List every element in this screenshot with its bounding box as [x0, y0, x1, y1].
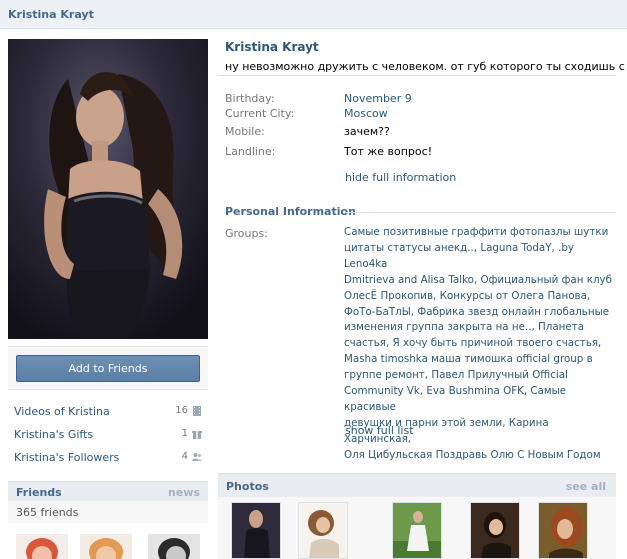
groups-line[interactable]: изменения группа закрыта на не.., Планет… [344, 320, 618, 336]
followers-icon [192, 453, 202, 461]
header-user-name[interactable]: Kristina Krayt [8, 8, 94, 21]
friends-count[interactable]: 365 friends [16, 506, 78, 519]
info-row-birthday: Birthday: November 9 [225, 92, 615, 108]
photos-header: Photos see all [218, 473, 616, 497]
photo-thumbnail[interactable] [298, 502, 348, 559]
groups-key: Groups: [225, 227, 268, 240]
photo-thumbnail[interactable] [392, 502, 442, 559]
groups-line[interactable]: Самые позитивные граффити фотопазлы шутк… [344, 225, 618, 241]
photos-strip [218, 497, 616, 559]
sidebar-item-followers[interactable]: Kristina's Followers 4 [8, 446, 208, 469]
info-row-city: Current City: Moscow [225, 107, 615, 123]
friends-title[interactable]: Friends [16, 486, 62, 499]
sidebar-item-videos[interactable]: Videos of Kristina 16 [8, 400, 208, 423]
groups-line[interactable]: Masha timoshka маша тимошка official gro… [344, 352, 618, 368]
photo-thumbnail[interactable] [538, 502, 588, 559]
info-row-landline: Landline: Тот же вопрос! [225, 145, 615, 161]
sidebar-item-count: 16 [175, 405, 188, 416]
info-value: Тот же вопрос! [344, 145, 433, 158]
sidebar-item-label: Videos of Kristina [14, 405, 110, 418]
sidebar-item-gifts[interactable]: Kristina's Gifts 1 [8, 423, 208, 446]
divider [345, 212, 615, 213]
show-full-list-link[interactable]: show full list [345, 424, 414, 437]
info-value-link[interactable]: November 9 [344, 92, 412, 105]
profile-photo[interactable] [8, 39, 208, 339]
groups-line[interactable]: ФоТо-БаТлЫ, Фабрика звезд онлайн глобаль… [344, 305, 618, 321]
info-row-mobile: Mobile: зачем?? [225, 125, 615, 141]
sidebar-item-label: Kristina's Gifts [14, 428, 94, 441]
profile-status: ну невозможно дружить с человеком. от гу… [225, 60, 627, 73]
see-all-photos-link[interactable]: see all [566, 480, 606, 493]
sidebar-item-label: Kristina's Followers [14, 451, 120, 464]
groups-line[interactable]: Dmitrieva and Alisa Talko, Официальный ф… [344, 273, 618, 289]
info-value-link[interactable]: Moscow [344, 107, 388, 120]
groups-line[interactable]: Community Vk, Eva Bushmina OFK, Самые кр… [344, 384, 618, 416]
groups-line[interactable]: ОлесЁ Прокопив, Конкурсы от Олега Панова… [344, 289, 618, 305]
groups-line[interactable]: группе ремонт, Павел Прилучный Official [344, 368, 618, 384]
gift-icon [192, 431, 202, 439]
video-icon [193, 406, 201, 416]
add-friend-panel: Add to Friends [8, 347, 208, 390]
top-bar: Kristina Krayt [0, 0, 627, 29]
friend-avatar[interactable] [148, 534, 200, 559]
friend-avatar[interactable] [16, 534, 68, 559]
friend-avatar[interactable] [80, 534, 132, 559]
sidebar-item-count: 1 [181, 428, 188, 439]
hide-full-info-link[interactable]: hide full information [345, 171, 456, 184]
profile-name: Kristina Krayt [225, 40, 319, 54]
groups-line[interactable]: счастья, Я хочу быть причиной твоего сча… [344, 336, 618, 352]
info-key: Landline: [225, 145, 276, 158]
add-to-friends-button[interactable]: Add to Friends [16, 355, 200, 382]
friends-news-link[interactable]: news [168, 486, 200, 499]
info-key: Current City: [225, 107, 295, 120]
info-key: Birthday: [225, 92, 275, 105]
sidebar-list: Videos of Kristina 16 Kristina's Gifts 1… [8, 400, 208, 469]
divider [218, 75, 616, 76]
photo-thumbnail[interactable] [231, 502, 281, 559]
groups-line[interactable]: Оля Цибульская Поздравь Олю С Новым Годо… [344, 448, 618, 464]
friends-count-row: 365 friends [8, 501, 208, 523]
info-value: зачем?? [344, 125, 390, 138]
photo-thumbnail[interactable] [470, 502, 520, 559]
sidebar-item-count: 4 [181, 451, 188, 462]
groups-line[interactable]: цитаты статусы анекд.., Laguna TodaY, .b… [344, 241, 618, 273]
personal-info-title: Personal Information [225, 205, 356, 218]
friends-header: Friends news [8, 481, 208, 501]
photos-title[interactable]: Photos [226, 480, 269, 493]
info-key: Mobile: [225, 125, 265, 138]
